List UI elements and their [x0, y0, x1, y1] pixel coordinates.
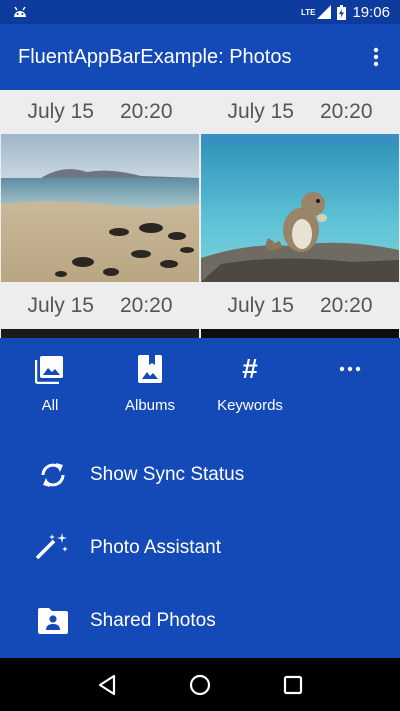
tab-all[interactable]: All	[0, 338, 100, 438]
android-icon	[14, 6, 26, 17]
recents-button[interactable]	[273, 665, 313, 705]
photo-date-header: July 15 20:20	[200, 284, 400, 328]
tab-label: Albums	[124, 397, 176, 414]
menu-item-photo-assistant[interactable]: Photo Assistant	[0, 517, 400, 579]
system-navigation-bar	[0, 658, 400, 711]
menu-item-label: Show Sync Status	[90, 464, 245, 485]
tab-keywords[interactable]: # Keywords	[200, 338, 300, 438]
photo-date-header: July 15 20:20	[200, 90, 400, 134]
tab-label: All	[41, 397, 59, 414]
menu-item-show-sync-status[interactable]: Show Sync Status	[0, 444, 400, 506]
photo-beach[interactable]	[1, 134, 199, 282]
hashtag-icon: #	[242, 353, 258, 384]
photo-time: 20:20	[119, 294, 173, 317]
status-bar: LTE 19:06	[0, 0, 400, 24]
signal-icon	[317, 5, 332, 19]
tab-more[interactable]	[300, 338, 400, 438]
more-vertical-icon	[373, 47, 379, 67]
menu-item-shared-photos[interactable]: Shared Photos	[0, 590, 400, 652]
date-row: July 15 20:20 July 15 20:20	[0, 284, 400, 328]
photo-dark[interactable]	[1, 329, 199, 338]
photo-chipmunk[interactable]	[201, 134, 399, 282]
photo-time: 20:20	[119, 100, 173, 123]
status-time: 19:06	[352, 3, 390, 21]
page-title: FluentAppBarExample: Photos	[18, 45, 292, 68]
overflow-menu-button[interactable]	[364, 45, 388, 69]
app-bar: FluentAppBarExample: Photos	[0, 24, 400, 90]
tab-label: Keywords	[217, 397, 283, 414]
battery-charging-icon	[337, 4, 347, 20]
photo-time: 20:20	[319, 100, 373, 123]
album-icon	[135, 354, 165, 384]
more-horizontal-icon	[335, 354, 365, 384]
photo-date-header: July 15 20:20	[0, 90, 200, 134]
home-button[interactable]	[180, 665, 220, 705]
back-button[interactable]	[87, 665, 127, 705]
recents-square-icon	[284, 675, 303, 694]
photo-time: 20:20	[319, 294, 373, 317]
photo-date: July 15	[227, 294, 294, 317]
bottom-sheet-tabs: All Albums # Keywords	[0, 338, 400, 438]
shared-folder-icon	[36, 604, 70, 638]
photo-dark[interactable]	[201, 329, 399, 338]
network-type-label: LTE	[300, 7, 316, 17]
magic-wand-icon	[36, 531, 70, 565]
menu-item-label: Photo Assistant	[90, 537, 221, 558]
date-row: July 15 20:20 July 15 20:20	[0, 90, 400, 134]
sync-icon	[36, 458, 70, 492]
home-circle-icon	[189, 674, 211, 695]
tab-albums[interactable]: Albums	[100, 338, 200, 438]
bottom-sheet: All Albums # Keywords Show Sync Status P…	[0, 338, 400, 658]
menu-item-label: Shared Photos	[90, 610, 216, 631]
photo-date-header: July 15 20:20	[0, 284, 200, 328]
photo-icon	[35, 354, 65, 384]
photo-date: July 15	[27, 100, 94, 123]
back-triangle-icon	[98, 674, 115, 695]
photo-grid: July 15 20:20 July 15 20:20 July 15 20:2…	[0, 90, 400, 338]
status-indicators: LTE 19:06	[301, 4, 390, 21]
photo-date: July 15	[27, 294, 94, 317]
photo-date: July 15	[227, 100, 294, 123]
